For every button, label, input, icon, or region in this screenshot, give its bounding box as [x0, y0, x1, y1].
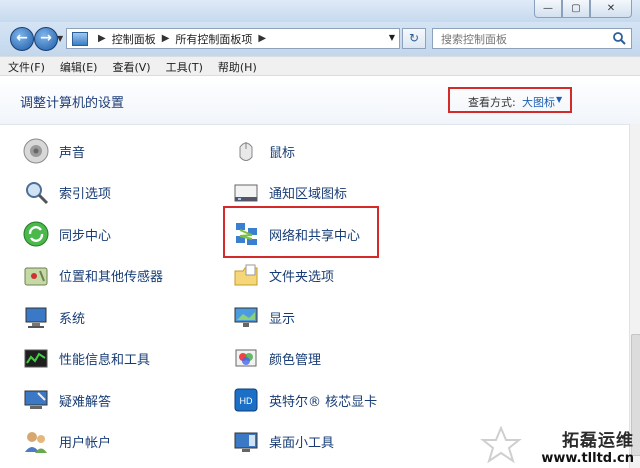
maximize-button[interactable]: ▢	[562, 0, 590, 18]
chevron-right-icon[interactable]: ▶	[162, 33, 170, 44]
watermark-url: www.tlltd.cn	[541, 451, 634, 466]
menu-bar: 文件(F) 编辑(E) 查看(V) 工具(T) 帮助(H)	[0, 56, 640, 76]
control-panel-item[interactable]: 系统	[22, 302, 85, 332]
control-panel-item[interactable]: 性能信息和工具	[22, 344, 150, 374]
item-label[interactable]: 英特尔® 核芯显卡	[269, 391, 377, 410]
display-icon[interactable]	[232, 303, 260, 331]
user-accounts-icon[interactable]	[22, 428, 50, 456]
menu-help[interactable]: 帮助(H)	[210, 57, 264, 75]
index-search-icon[interactable]	[22, 179, 50, 207]
chevron-right-icon[interactable]: ▶	[258, 33, 266, 44]
control-panel-window: — ▢ ✕ ← → ▼ ▶ 控制面板 ▶ 所有控制面板项 ▶ ▼ ↻ 文件(F)…	[0, 0, 640, 468]
notification-area-icon[interactable]	[232, 179, 260, 207]
refresh-button[interactable]: ↻	[402, 28, 426, 49]
item-label[interactable]: 系统	[59, 308, 85, 327]
item-label[interactable]: 桌面小工具	[269, 432, 334, 451]
item-label[interactable]: 显示	[269, 308, 295, 327]
recent-pages-dropdown-icon[interactable]: ▼	[57, 34, 63, 43]
address-dropdown-icon[interactable]: ▼	[389, 33, 395, 42]
item-label[interactable]: 颜色管理	[269, 349, 321, 368]
control-panel-icon	[72, 31, 88, 46]
location-sensor-icon[interactable]	[22, 262, 50, 290]
chevron-right-icon[interactable]: ▶	[98, 33, 106, 44]
menu-tools[interactable]: 工具(T)	[158, 57, 210, 75]
folder-options-icon[interactable]	[232, 262, 260, 290]
menu-file[interactable]: 文件(F)	[0, 57, 52, 75]
menu-view[interactable]: 查看(V)	[104, 57, 157, 75]
intel-graphics-icon[interactable]: HD	[232, 386, 260, 414]
content-header: 调整计算机的设置 查看方式: 大图标 ▼	[0, 76, 640, 125]
search-icon[interactable]	[612, 31, 627, 46]
control-panel-item[interactable]: 显示	[232, 302, 295, 332]
view-by-label: 查看方式:	[468, 96, 516, 109]
control-panel-item[interactable]: 用户帐户	[22, 427, 111, 457]
item-label[interactable]: 鼠标	[269, 142, 295, 161]
item-label[interactable]: 同步中心	[59, 225, 111, 244]
title-bar: — ▢ ✕	[0, 0, 640, 22]
control-panel-item[interactable]: 同步中心	[22, 219, 111, 249]
star-watermark-icon	[480, 426, 523, 464]
control-panel-item[interactable]: 疑难解答	[22, 385, 111, 415]
svg-text:HD: HD	[240, 396, 253, 406]
watermark: 拓磊运维 www.tlltd.cn	[480, 426, 634, 466]
content-pane: 调整计算机的设置 查看方式: 大图标 ▼ 声音 鼠标 索引选项 通知区域图标 同步中心网…	[0, 76, 640, 468]
breadcrumb-control-panel[interactable]: 控制面板	[112, 31, 156, 47]
minimize-button[interactable]: —	[534, 0, 562, 18]
item-label[interactable]: 索引选项	[59, 183, 111, 202]
item-label[interactable]: 性能信息和工具	[59, 349, 150, 368]
item-label[interactable]: 文件夹选项	[269, 266, 334, 285]
address-bar[interactable]: ▶ 控制面板 ▶ 所有控制面板项 ▶ ▼	[66, 28, 400, 49]
navigation-bar: ← → ▼ ▶ 控制面板 ▶ 所有控制面板项 ▶ ▼ ↻	[0, 22, 640, 56]
troubleshooting-icon[interactable]	[22, 386, 50, 414]
item-label[interactable]: 疑难解答	[59, 391, 111, 410]
item-label[interactable]: 位置和其他传感器	[59, 266, 163, 285]
view-by-dropdown[interactable]: 大图标	[522, 94, 555, 110]
control-panel-item[interactable]: 桌面小工具	[232, 427, 334, 457]
search-input[interactable]	[439, 30, 613, 49]
color-management-icon[interactable]	[232, 345, 260, 373]
control-panel-item[interactable]: 通知区域图标	[232, 178, 347, 208]
menu-edit[interactable]: 编辑(E)	[52, 57, 105, 75]
control-panel-item[interactable]: 鼠标	[232, 136, 295, 166]
control-panel-item[interactable]: 索引选项	[22, 178, 111, 208]
network-highlight-box	[223, 206, 379, 258]
control-panel-item[interactable]: 声音	[22, 136, 85, 166]
control-panel-item[interactable]: HD 英特尔® 核芯显卡	[232, 385, 377, 415]
speaker-icon[interactable]	[22, 137, 50, 165]
watermark-site-name: 拓磊运维	[562, 431, 634, 451]
page-title: 调整计算机的设置	[20, 96, 125, 111]
view-by-selector: 查看方式: 大图标 ▼	[448, 87, 572, 113]
system-icon[interactable]	[22, 303, 50, 331]
sync-center-icon[interactable]	[22, 220, 50, 248]
mouse-icon[interactable]	[232, 137, 260, 165]
control-panel-item[interactable]: 位置和其他传感器	[22, 261, 163, 291]
item-label[interactable]: 声音	[59, 142, 85, 161]
back-button[interactable]: ←	[10, 27, 34, 51]
item-label[interactable]: 用户帐户	[59, 432, 111, 451]
control-panel-item[interactable]: 文件夹选项	[232, 261, 334, 291]
vertical-scrollbar[interactable]	[629, 124, 640, 468]
close-button[interactable]: ✕	[590, 0, 632, 18]
search-box[interactable]	[432, 28, 632, 49]
desktop-gadgets-icon[interactable]	[232, 428, 260, 456]
dropdown-arrow-icon[interactable]: ▼	[556, 95, 562, 104]
forward-button[interactable]: →	[34, 27, 58, 51]
item-label[interactable]: 通知区域图标	[269, 183, 347, 202]
breadcrumb-all-items[interactable]: 所有控制面板项	[175, 31, 252, 47]
performance-icon[interactable]	[22, 345, 50, 373]
control-panel-item[interactable]: 颜色管理	[232, 344, 321, 374]
